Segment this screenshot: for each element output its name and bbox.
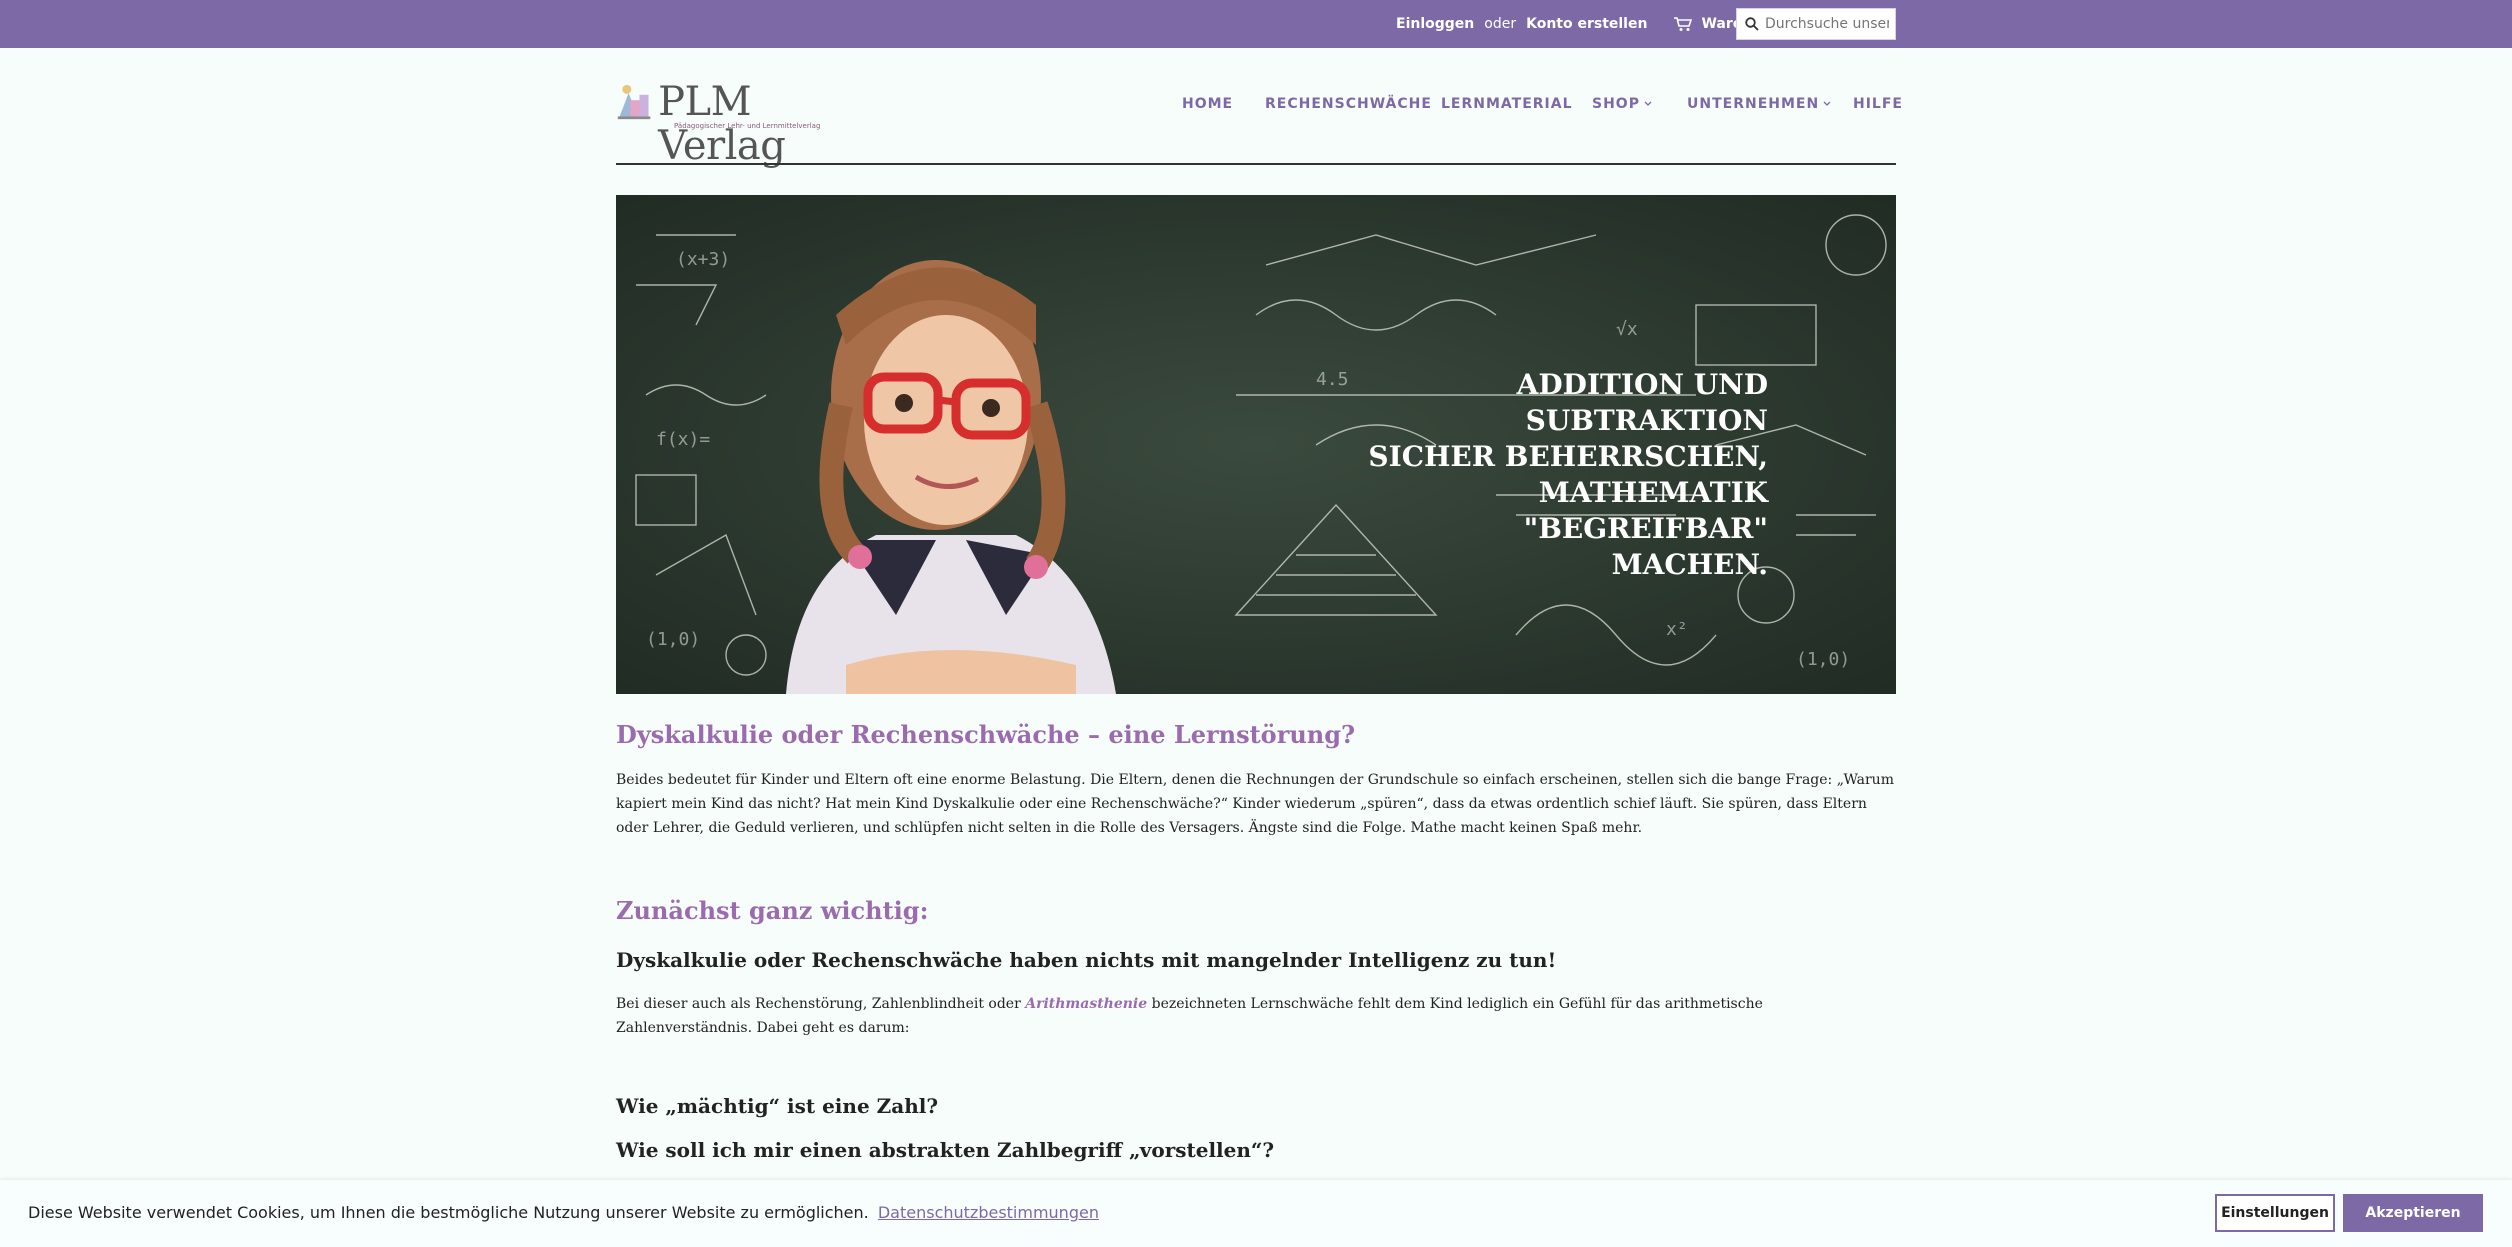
cookie-message: Diese Website verwendet Cookies, um Ihne… xyxy=(28,1203,1099,1222)
cookie-accept-button[interactable]: Akzeptieren xyxy=(2343,1194,2483,1232)
svg-text:(1,0): (1,0) xyxy=(1796,649,1850,670)
hero-headline: ADDITION UND SUBTRAKTION SICHER BEHERRSC… xyxy=(1368,368,1768,581)
nav-rechenschwaeche-label: RECHENSCHWÄCHE xyxy=(1265,96,1432,112)
svg-text:f(x)=: f(x)= xyxy=(656,429,710,450)
privacy-link[interactable]: Datenschutzbestimmungen xyxy=(878,1203,1099,1222)
heading-zunaechst: Zunächst ganz wichtig: xyxy=(616,896,929,925)
svg-text:x²: x² xyxy=(1666,619,1688,640)
nav-unternehmen[interactable]: UNTERNEHMEN xyxy=(1687,96,1831,112)
svg-text:(1,0): (1,0) xyxy=(646,629,700,650)
nav-lernmaterial[interactable]: LERNMATERIAL xyxy=(1441,96,1573,112)
header-divider xyxy=(616,163,1896,165)
intro-paragraph: Beides bedeutet für Kinder und Eltern of… xyxy=(616,772,1894,836)
question-maechtig: Wie „mächtig“ ist eine Zahl? xyxy=(616,1094,939,1118)
or-text: oder xyxy=(1484,16,1517,32)
nav-hilfe-label: HILFE xyxy=(1853,96,1903,112)
search-box xyxy=(1736,8,1896,40)
question-vorstellen: Wie soll ich mir einen abstrakten Zahlbe… xyxy=(616,1138,1275,1162)
nav-shop[interactable]: SHOP xyxy=(1592,96,1652,112)
nav-rechenschwaeche[interactable]: RECHENSCHWÄCHE xyxy=(1265,96,1432,112)
hero-banner[interactable]: (x+3) f(x)= (1,0) 4.5 √x (1,0) x² ADDITI… xyxy=(616,195,1896,694)
nav-home-label: HOME xyxy=(1182,96,1234,112)
cookie-settings-button[interactable]: Einstellungen xyxy=(2215,1194,2335,1232)
cookie-message-text: Diese Website verwendet Cookies, um Ihne… xyxy=(28,1203,869,1222)
para2-before: Bei dieser auch als Rechenstörung, Zahle… xyxy=(616,996,1026,1012)
arithmasthenie-paragraph: Bei dieser auch als Rechenstörung, Zahle… xyxy=(616,992,1896,1040)
site-logo[interactable]: PLM Verlag Pädagogischer Lehr- und Lernm… xyxy=(616,80,868,168)
account-links: Einloggen oder Konto erstellen Warenkorb xyxy=(1396,0,1788,48)
logo-mark-icon xyxy=(617,84,651,120)
nav-hilfe[interactable]: HILFE xyxy=(1853,96,1903,112)
register-link[interactable]: Konto erstellen xyxy=(1526,16,1647,32)
svg-text:(x+3): (x+3) xyxy=(676,249,730,270)
search-input[interactable] xyxy=(1765,10,1889,38)
cart-icon xyxy=(1674,17,1693,31)
chevron-down-icon xyxy=(1823,101,1831,106)
svg-text:√x: √x xyxy=(1616,319,1638,340)
nav-shop-label: SHOP xyxy=(1592,96,1640,112)
subheading-intelligenz: Dyskalkulie oder Rechenschwäche haben ni… xyxy=(616,948,1557,972)
login-link[interactable]: Einloggen xyxy=(1396,16,1474,32)
chevron-down-icon xyxy=(1644,101,1652,106)
top-bar: Einloggen oder Konto erstellen Warenkorb xyxy=(0,0,2512,48)
nav-unternehmen-label: UNTERNEHMEN xyxy=(1687,96,1820,112)
logo-tagline: Pädagogischer Lehr- und Lernmittelverlag xyxy=(674,122,821,130)
cookie-banner: Diese Website verwendet Cookies, um Ihne… xyxy=(0,1180,2512,1247)
nav-lernmaterial-label: LERNMATERIAL xyxy=(1441,96,1573,112)
nav-home[interactable]: HOME xyxy=(1182,96,1233,112)
arithmasthenie-link[interactable]: Arithmasthenie xyxy=(1025,996,1147,1012)
search-icon[interactable] xyxy=(1745,17,1759,31)
heading-dyskalkulie: Dyskalkulie oder Rechenschwäche – eine L… xyxy=(616,720,1356,749)
